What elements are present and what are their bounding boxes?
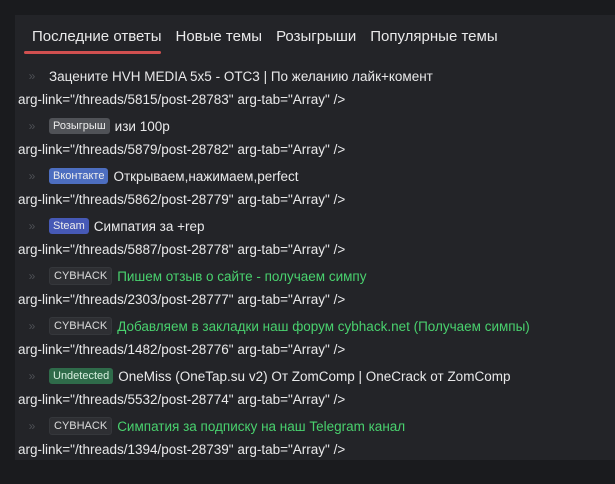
list-item: » CYBHACK Добавляем в закладки наш форум…	[15, 314, 615, 364]
list-item: » Undetected OneMiss (OneTap.su v2) От Z…	[15, 364, 615, 414]
raw-attribute-text: arg-link="/threads/5815/post-28783" arg-…	[18, 92, 346, 107]
list-item: » Зацените HVH MEDIA 5x5 - OTC3 | По жел…	[15, 64, 615, 114]
bullet-icon: »	[28, 269, 36, 283]
bullet-icon: »	[28, 219, 36, 233]
tab-giveaways[interactable]: Розыгрыши	[274, 26, 358, 54]
list-item: » Вконтакте Открываем,нажимаем,perfect a…	[15, 164, 615, 214]
thread-title-link[interactable]: OneMiss (OneTap.su v2) От ZomComp | OneC…	[118, 369, 510, 384]
list-item: » Розыгрыш изи 100р arg-link="/threads/5…	[15, 114, 615, 164]
prefix-badge[interactable]: Вконтакте	[49, 168, 109, 184]
bullet-icon: »	[28, 169, 36, 183]
prefix-badge[interactable]: Steam	[49, 218, 89, 234]
prefix-badge[interactable]: CYBHACK	[49, 267, 113, 285]
latest-threads-widget: Последние ответы Новые темы Розыгрыши По…	[15, 15, 615, 460]
raw-attribute-text: arg-link="/threads/1394/post-28739" arg-…	[18, 442, 346, 457]
thread-title-link[interactable]: Пишем отзыв о сайте - получаем симпу	[117, 269, 366, 284]
tab-bar: Последние ответы Новые темы Розыгрыши По…	[30, 26, 500, 54]
bullet-icon: »	[28, 69, 36, 83]
thread-title-link[interactable]: Симпатия за подписку на наш Telegram кан…	[117, 419, 405, 434]
thread-title-link[interactable]: Добавляем в закладки наш форум cybhack.n…	[117, 319, 530, 334]
raw-attribute-text: arg-link="/threads/2303/post-28777" arg-…	[18, 292, 346, 307]
thread-title-link[interactable]: Зацените HVH MEDIA 5x5 - OTC3 | По желан…	[49, 69, 433, 84]
tab-latest-replies[interactable]: Последние ответы	[30, 26, 164, 54]
prefix-badge[interactable]: Розыгрыш	[49, 118, 110, 134]
raw-attribute-text: arg-link="/threads/5532/post-28774" arg-…	[18, 392, 346, 407]
raw-attribute-text: arg-link="/threads/5862/post-28779" arg-…	[18, 192, 346, 207]
raw-attribute-text: arg-link="/threads/5887/post-28778" arg-…	[18, 242, 346, 257]
tab-popular-threads[interactable]: Популярные темы	[368, 26, 499, 54]
prefix-badge[interactable]: Undetected	[49, 368, 114, 384]
prefix-badge[interactable]: CYBHACK	[49, 317, 113, 335]
thread-title-link[interactable]: изи 100р	[115, 119, 170, 134]
bullet-icon: »	[28, 319, 36, 333]
tab-new-threads[interactable]: Новые темы	[174, 26, 265, 54]
list-item: » Steam Симпатия за +rep arg-link="/thre…	[15, 214, 615, 264]
bullet-icon: »	[28, 369, 36, 383]
bullet-icon: »	[28, 119, 36, 133]
thread-list: » Зацените HVH MEDIA 5x5 - OTC3 | По жел…	[15, 64, 615, 460]
raw-attribute-text: arg-link="/threads/5879/post-28782" arg-…	[18, 142, 346, 157]
prefix-badge[interactable]: CYBHACK	[49, 417, 113, 435]
thread-title-link[interactable]: Симпатия за +rep	[94, 219, 205, 234]
list-item: » CYBHACK Симпатия за подписку на наш Te…	[15, 414, 615, 460]
list-item: » CYBHACK Пишем отзыв о сайте - получаем…	[15, 264, 615, 314]
active-tab-indicator	[24, 51, 161, 54]
bullet-icon: »	[28, 419, 36, 433]
thread-title-link[interactable]: Открываем,нажимаем,perfect	[113, 169, 298, 184]
raw-attribute-text: arg-link="/threads/1482/post-28776" arg-…	[18, 342, 346, 357]
